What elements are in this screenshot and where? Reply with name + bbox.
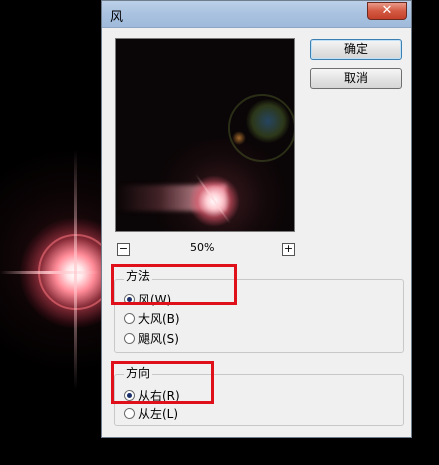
zoom-in-icon[interactable]: + <box>282 243 295 256</box>
radio-from-left[interactable]: 从左(L) <box>124 405 178 421</box>
radio-blast[interactable]: 大风(B) <box>124 310 180 326</box>
preview-flare-spot <box>232 131 246 145</box>
radio-label: 飓风(S) <box>138 332 179 346</box>
radio-button[interactable] <box>124 333 135 344</box>
radio-stagger[interactable]: 飓风(S) <box>124 330 179 346</box>
radio-button[interactable] <box>124 408 135 419</box>
filter-preview[interactable] <box>115 38 295 232</box>
cancel-button[interactable]: 取消 <box>310 68 402 89</box>
close-icon: ✕ <box>381 3 393 18</box>
lens-flare-ray <box>74 150 77 390</box>
ok-button[interactable]: 确定 <box>310 39 402 60</box>
title-bar[interactable]: 风 ✕ <box>102 1 411 28</box>
zoom-out-icon[interactable]: − <box>117 243 130 256</box>
close-button[interactable]: ✕ <box>367 2 407 20</box>
highlight-box-method <box>111 264 237 305</box>
zoom-level: 50% <box>190 241 215 254</box>
dialog-title: 风 <box>110 10 124 25</box>
radio-label: 大风(B) <box>138 312 180 326</box>
lens-flare-ray <box>0 271 100 274</box>
highlight-box-direction <box>111 361 214 404</box>
preview-flare-ring <box>228 94 294 162</box>
radio-label: 从左(L) <box>138 407 179 421</box>
radio-button[interactable] <box>124 313 135 324</box>
